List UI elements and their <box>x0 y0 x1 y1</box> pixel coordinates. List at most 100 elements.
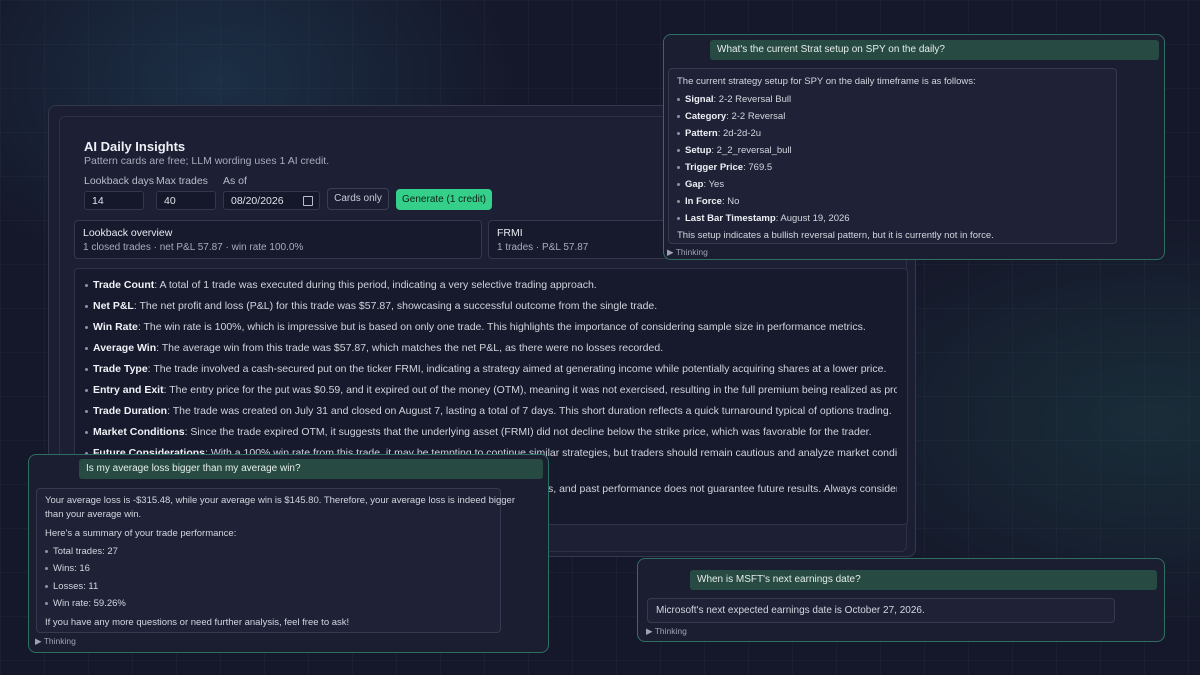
assistant-message: The current strategy setup for SPY on th… <box>668 68 1117 244</box>
bullet-text: : The average win from this trade was $5… <box>156 342 664 354</box>
list-item: Trade Duration: The trade was created on… <box>85 405 897 417</box>
bullet-key: Trade Count <box>93 279 155 291</box>
list-item-partial: s, and past performance does not guarant… <box>548 483 897 495</box>
list-item: Entry and Exit: The entry price for the … <box>85 384 897 396</box>
list-item: Wins: 16 <box>45 563 494 574</box>
bullet-key: Average Win <box>93 342 157 354</box>
list-item: Setup: 2_2_reversal_bull <box>677 145 1110 156</box>
chat-panel-loss: Is my average loss bigger than my averag… <box>28 454 549 653</box>
bullet-dot <box>45 584 48 588</box>
item-value: : 2d-2d-2u <box>717 128 762 139</box>
assistant-answer-line1: Your average loss is -$315.48, while you… <box>45 495 516 506</box>
max-trades-label: Max trades <box>156 175 208 187</box>
bullet-dot <box>45 601 48 605</box>
user-message: What's the current Strat setup on SPY on… <box>710 40 1159 60</box>
bullet-dot <box>677 148 680 152</box>
item-key: Signal <box>685 94 714 105</box>
bullet-text: : The trade involved a cash-secured put … <box>147 363 887 375</box>
bullet-key: Win Rate <box>93 321 138 333</box>
item-value: : August 19, 2026 <box>775 213 850 224</box>
stat-text: Win rate: 59.26% <box>53 598 126 609</box>
bullet-dot <box>85 388 88 392</box>
item-key: In Force <box>685 196 722 207</box>
list-item: Trade Type: The trade involved a cash-se… <box>85 363 897 375</box>
item-value: : Yes <box>703 179 725 190</box>
bullet-text: : The net profit and loss (P&L) for this… <box>133 300 658 312</box>
bullet-dot <box>677 182 680 186</box>
lookback-days-label: Lookback days <box>84 175 155 187</box>
list-item: Losses: 11 <box>45 581 494 592</box>
bullet-text: : Since the trade expired OTM, it sugges… <box>184 426 872 438</box>
list-item: Win rate: 59.26% <box>45 598 494 609</box>
bullet-dot <box>677 165 680 169</box>
bullet-text: : The entry price for the put was $0.59,… <box>163 384 897 396</box>
item-key: Trigger Price <box>685 162 744 173</box>
chat-panel-spy: What's the current Strat setup on SPY on… <box>663 34 1165 260</box>
bullet-dot <box>677 216 680 220</box>
as-of-date-input[interactable]: 08/20/2026 <box>223 191 320 210</box>
lookback-overview-card: Lookback overview 1 closed trades · net … <box>74 220 482 259</box>
list-item: Gap: Yes <box>677 179 1110 190</box>
insights-subtitle: Pattern cards are free; LLM wording uses… <box>84 155 330 167</box>
bullet-text: : The trade was created on July 31 and c… <box>167 405 892 417</box>
insights-title: AI Daily Insights <box>84 139 186 154</box>
overview-card-title: Lookback overview <box>83 227 173 239</box>
bullet-dot <box>85 367 88 371</box>
as-of-label: As of <box>223 175 247 187</box>
assistant-intro: The current strategy setup for SPY on th… <box>677 76 976 87</box>
assistant-message: Microsoft's next expected earnings date … <box>647 598 1115 623</box>
item-value: : 2-2 Reversal Bull <box>713 94 792 105</box>
chat-panel-msft: When is MSFT's next earnings date? Micro… <box>637 558 1165 642</box>
thinking-toggle[interactable]: ▶ Thinking <box>667 247 708 258</box>
summary-intro: Here's a summary of your trade performan… <box>45 528 237 539</box>
bullet-key: Market Conditions <box>93 426 185 438</box>
thinking-toggle[interactable]: ▶ Thinking <box>646 626 687 637</box>
generate-button[interactable]: Generate (1 credit) <box>396 189 492 210</box>
bullet-key: Entry and Exit <box>93 384 164 396</box>
overview-card-summary: 1 closed trades · net P&L 57.87 · win ra… <box>83 242 304 253</box>
item-value: : 2_2_reversal_bull <box>711 145 792 156</box>
bullet-dot <box>85 304 88 308</box>
bullet-key: Trade Type <box>93 363 148 375</box>
assistant-message: Your average loss is -$315.48, while you… <box>36 488 516 633</box>
lookback-days-input[interactable]: 14 <box>84 191 144 210</box>
item-key: Pattern <box>685 128 718 139</box>
bullet-dot <box>677 97 680 101</box>
item-key: Category <box>685 111 727 122</box>
item-value: : No <box>721 196 740 207</box>
bullet-dot <box>677 131 680 135</box>
stat-text: Losses: 11 <box>53 581 99 592</box>
stat-text: Wins: 16 <box>53 563 90 574</box>
as-of-date-value: 08/20/2026 <box>231 195 284 207</box>
bullet-dot <box>45 566 48 570</box>
list-item: Trigger Price: 769.5 <box>677 162 1110 173</box>
max-trades-input[interactable]: 40 <box>156 191 216 210</box>
bullet-dot <box>677 199 680 203</box>
bullet-dot <box>85 283 88 287</box>
assistant-answer-line2: than your average win. <box>45 509 142 520</box>
bullet-dot <box>85 430 88 434</box>
assistant-outro: This setup indicates a bullish reversal … <box>677 230 994 241</box>
bullet-dot <box>677 114 680 118</box>
ticker-card-title: FRMI <box>497 227 523 239</box>
calendar-icon[interactable] <box>303 196 313 206</box>
bullet-key: Trade Duration <box>93 405 168 417</box>
user-message: When is MSFT's next earnings date? <box>690 570 1157 590</box>
cards-only-button[interactable]: Cards only <box>327 188 389 210</box>
item-key: Setup <box>685 145 712 156</box>
stat-text: Total trades: 27 <box>53 546 118 557</box>
bullet-text: : The win rate is 100%, which is impress… <box>137 321 866 333</box>
list-item: Last Bar Timestamp: August 19, 2026 <box>677 213 1110 224</box>
list-item: Signal: 2-2 Reversal Bull <box>677 94 1110 105</box>
list-item: Total trades: 27 <box>45 546 494 557</box>
assistant-answer: Microsoft's next expected earnings date … <box>656 605 925 616</box>
list-item: Average Win: The average win from this t… <box>85 342 897 354</box>
list-item: Market Conditions: Since the trade expir… <box>85 426 897 438</box>
bullet-dot <box>45 549 48 553</box>
assistant-outro: If you have any more questions or need f… <box>45 617 350 628</box>
thinking-toggle[interactable]: ▶ Thinking <box>35 636 76 647</box>
bullet-dot <box>85 346 88 350</box>
ticker-card-summary: 1 trades · P&L 57.87 <box>497 242 589 253</box>
bullet-text: : A total of 1 trade was executed during… <box>154 279 597 291</box>
item-value: : 769.5 <box>743 162 773 173</box>
